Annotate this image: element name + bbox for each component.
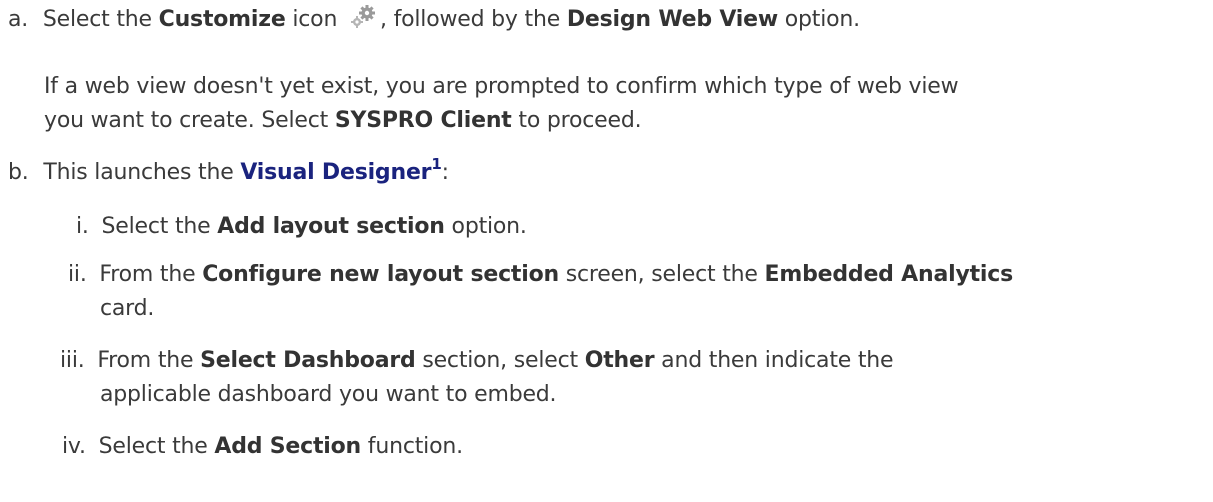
step-b-text-1: This launches the xyxy=(43,160,241,185)
step-a-note-text-1: you want to create. Select xyxy=(44,108,335,133)
step-b: b. This launches the Visual Designer1: xyxy=(8,156,449,188)
step-ii-marker: ii. xyxy=(68,262,87,287)
step-iii-line-2: applicable dashboard you want to embed. xyxy=(100,382,557,407)
step-i: i. Select the Add layout section option. xyxy=(76,212,527,242)
visual-designer-link-text: Visual Designer xyxy=(240,160,432,185)
gears-icon xyxy=(348,4,378,30)
step-iv-text-1: Select the xyxy=(98,434,215,459)
step-iv: iv. Select the Add Section function. xyxy=(62,432,463,462)
step-b-marker: b. xyxy=(8,160,29,185)
step-a: a. Select the Customize icon , followed … xyxy=(8,4,860,35)
design-web-view-label: Design Web View xyxy=(566,7,778,32)
syspro-client-label: SYSPRO Client xyxy=(334,108,512,133)
embedded-analytics-label: Embedded Analytics xyxy=(764,262,1014,287)
step-b-text-2: : xyxy=(441,160,449,185)
step-a-marker: a. xyxy=(8,7,29,32)
step-iii-marker: iii. xyxy=(60,348,85,373)
other-label: Other xyxy=(584,348,655,373)
step-iii-text-1: From the xyxy=(97,348,201,373)
step-iii-text-3: and then indicate the xyxy=(654,348,894,373)
step-a-note-line-2: you want to create. Select SYSPRO Client… xyxy=(44,106,642,136)
add-section-label: Add Section xyxy=(214,434,362,459)
configure-new-layout-section-label: Configure new layout section xyxy=(202,262,559,287)
footnote-marker: 1 xyxy=(431,154,442,173)
step-iv-marker: iv. xyxy=(62,434,86,459)
step-ii: ii. From the Configure new layout sectio… xyxy=(68,260,1013,290)
step-iii-text-2: section, select xyxy=(415,348,585,373)
step-a-text-1: Select the xyxy=(42,7,159,32)
step-a-text-4: option. xyxy=(777,7,860,32)
step-a-note-line-1: If a web view doesn't yet exist, you are… xyxy=(44,74,959,99)
instruction-steps: a. Select the Customize icon , followed … xyxy=(0,0,1213,502)
customize-label: Customize xyxy=(158,7,286,32)
step-a-text-3: , followed by the xyxy=(379,7,567,32)
step-a-text-2: icon xyxy=(285,7,344,32)
step-i-text-2: option. xyxy=(444,214,527,239)
step-ii-text-2: screen, select the xyxy=(558,262,765,287)
step-a-note-text-2: to proceed. xyxy=(511,108,642,133)
visual-designer-link[interactable]: Visual Designer1 xyxy=(240,156,441,185)
step-ii-text-1: From the xyxy=(99,262,203,287)
select-dashboard-label: Select Dashboard xyxy=(200,348,416,373)
step-iii: iii. From the Select Dashboard section, … xyxy=(60,346,894,376)
add-layout-section-label: Add layout section xyxy=(217,214,445,239)
step-i-text-1: Select the xyxy=(101,214,218,239)
step-i-marker: i. xyxy=(76,214,89,239)
step-iv-text-2: function. xyxy=(361,434,463,459)
step-ii-line-2: card. xyxy=(100,296,155,321)
